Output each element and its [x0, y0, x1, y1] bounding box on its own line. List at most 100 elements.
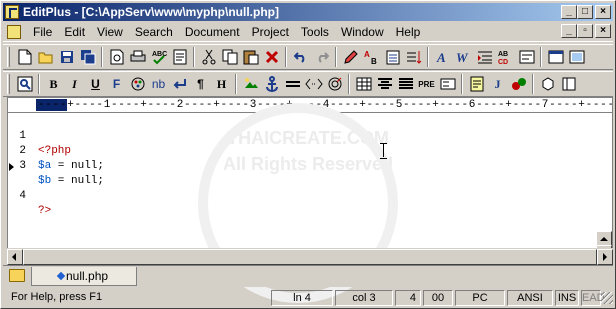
svg-text:A: A [364, 50, 370, 59]
new-file-icon[interactable] [14, 47, 35, 68]
text-icon[interactable] [516, 47, 537, 68]
paste-icon[interactable] [240, 47, 261, 68]
code-line[interactable]: 1 <?php [8, 114, 608, 157]
html-preview-icon[interactable] [14, 74, 35, 95]
code-line[interactable]: 3 $b = null; [8, 144, 608, 187]
bold-button[interactable]: B [43, 74, 64, 95]
table-icon[interactable] [353, 74, 374, 95]
toolbar-grip[interactable] [7, 74, 10, 94]
line-break-icon[interactable] [169, 74, 190, 95]
document-icon[interactable] [7, 24, 21, 39]
frame-icon[interactable] [558, 74, 579, 95]
app-icon[interactable] [5, 5, 19, 19]
java-button[interactable]: J [487, 74, 508, 95]
list-icon[interactable] [395, 74, 416, 95]
nbsp-button[interactable]: nb [148, 74, 169, 95]
screen-icon[interactable] [545, 47, 566, 68]
menu-window[interactable]: Window [335, 23, 390, 41]
code-text[interactable]: $b = null; [38, 174, 104, 189]
doc-minimize-button[interactable]: _ [561, 24, 577, 38]
svg-text:ABC: ABC [152, 51, 167, 58]
globe-icon[interactable] [324, 74, 345, 95]
separator [285, 47, 287, 67]
menu-help[interactable]: Help [390, 23, 427, 41]
close-button[interactable]: × [595, 5, 611, 19]
paragraph-button[interactable]: ¶ [190, 74, 211, 95]
comment-icon[interactable] [303, 74, 324, 95]
align-center-icon[interactable] [374, 74, 395, 95]
menu-search[interactable]: Search [129, 23, 179, 41]
abcd-icon[interactable]: AB CD [495, 47, 516, 68]
separator [461, 74, 463, 94]
minimize-button[interactable]: _ [561, 5, 577, 19]
horizontal-scrollbar[interactable] [7, 248, 613, 265]
toolbar-grip[interactable] [7, 47, 10, 67]
image-icon[interactable] [240, 74, 261, 95]
cube-icon[interactable] [537, 74, 558, 95]
doc-restore-button[interactable]: ▫ [577, 24, 593, 38]
doc-close-button[interactable]: × [595, 24, 611, 38]
undo-icon[interactable] [290, 47, 311, 68]
pre-button[interactable]: PRE [416, 74, 437, 95]
font-tag-button[interactable]: F [106, 74, 127, 95]
code-line[interactable]: 4 ?> [8, 159, 608, 217]
title-bar[interactable]: EditPlus - [C:\AppServ\www\myphp\null.ph… [3, 3, 613, 21]
tab-null-php[interactable]: null.php [31, 267, 137, 286]
menu-project[interactable]: Project [246, 23, 295, 41]
underline-button[interactable]: U [85, 74, 106, 95]
document-controls: _ ▫ × [561, 24, 611, 38]
status-line: ln 4 [271, 290, 333, 306]
redo-icon[interactable] [311, 47, 332, 68]
folder-icon[interactable] [9, 269, 25, 282]
editor-area[interactable]: THAICREATE.COM All Rights Reserved 1 <?p… [7, 103, 613, 303]
php-file-icon [56, 271, 66, 281]
resize-grip-icon[interactable] [601, 292, 613, 304]
status-ins: INS [555, 290, 579, 306]
italic-button[interactable]: I [64, 74, 85, 95]
menu-file[interactable]: File [27, 23, 58, 41]
php-icon[interactable] [508, 74, 529, 95]
font-icon[interactable]: A [432, 47, 453, 68]
standard-toolbar: ABC AB A W AB CD [3, 44, 613, 70]
print-preview-icon[interactable] [106, 47, 127, 68]
menu-view[interactable]: View [91, 23, 129, 41]
scroll-left-button[interactable] [7, 249, 23, 265]
horizontal-rule-icon[interactable] [282, 74, 303, 95]
scroll-right-button[interactable] [597, 249, 613, 265]
print-icon[interactable] [127, 47, 148, 68]
indent-icon[interactable] [474, 47, 495, 68]
separator [101, 47, 103, 67]
menu-edit[interactable]: Edit [58, 23, 91, 41]
highlighter-icon[interactable] [340, 47, 361, 68]
color-picker-icon[interactable] [127, 74, 148, 95]
anchor-icon[interactable] [261, 74, 282, 95]
delete-icon[interactable] [261, 47, 282, 68]
clipboard-icon[interactable] [382, 47, 403, 68]
script-icon[interactable] [466, 74, 487, 95]
spell-check-icon[interactable]: ABC [148, 47, 169, 68]
line-number: 4 [19, 190, 26, 202]
open-folder-icon[interactable] [35, 47, 56, 68]
svg-text:A: A [436, 50, 446, 64]
save-icon[interactable] [56, 47, 77, 68]
form-icon[interactable] [437, 74, 458, 95]
menu-document[interactable]: Document [179, 23, 246, 41]
fullscreen-icon[interactable] [566, 47, 587, 68]
status-mode: PC [455, 290, 505, 306]
code-line[interactable]: 2 $a = null; [8, 129, 608, 172]
code-text[interactable]: ?> [38, 204, 51, 219]
copy-icon[interactable] [219, 47, 240, 68]
word-wrap-icon[interactable] [403, 47, 424, 68]
scroll-thumb[interactable] [23, 249, 597, 265]
svg-text:B: B [371, 57, 377, 65]
cut-icon[interactable] [198, 47, 219, 68]
heading-button[interactable]: H [211, 74, 232, 95]
menu-tools[interactable]: Tools [295, 23, 335, 41]
ibeam-cursor-icon [380, 143, 388, 159]
bold-w-icon[interactable]: W [453, 47, 474, 68]
browser-icon[interactable] [169, 47, 190, 68]
save-all-icon[interactable] [77, 47, 98, 68]
find-replace-icon[interactable]: AB [361, 47, 382, 68]
window-title: EditPlus - [C:\AppServ\www\myphp\null.ph… [23, 5, 279, 19]
maximize-button[interactable]: □ [577, 5, 593, 19]
